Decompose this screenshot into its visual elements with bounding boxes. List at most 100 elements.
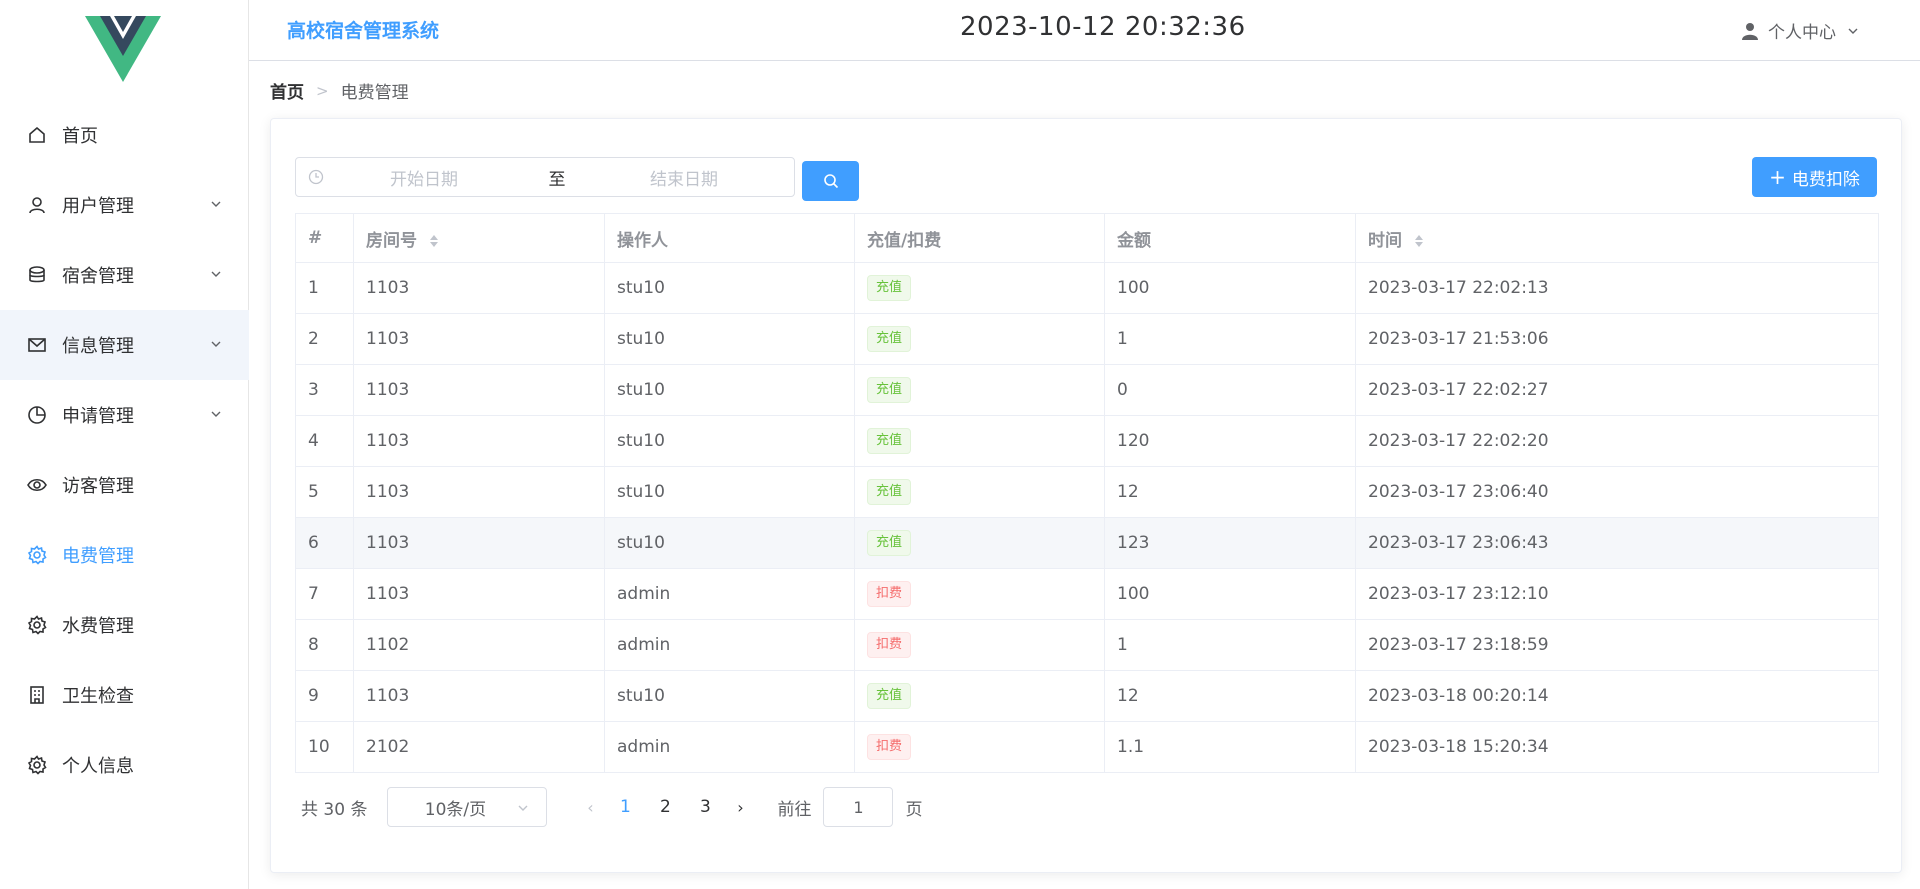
type-tag: 充值 <box>867 530 912 556</box>
cell-time: 2023-03-17 22:02:13 <box>1355 262 1879 314</box>
sidebar-item-users[interactable]: 用户管理 <box>0 170 249 240</box>
table-header-row: # 房间号 操作人 充值/扣费 金额 时间 <box>295 213 1879 263</box>
cell-type: 扣费 <box>854 619 1105 671</box>
cell-operator: stu10 <box>604 262 855 314</box>
cell-index: 1 <box>295 262 354 314</box>
table-row[interactable]: 10 2102 admin 扣费 1.1 2023-03-18 15:20:34 <box>295 721 1879 773</box>
cell-amount: 100 <box>1104 568 1356 620</box>
database-icon <box>26 264 48 286</box>
cell-index: 2 <box>295 313 354 365</box>
cell-type: 充值 <box>854 262 1105 314</box>
cell-type: 充值 <box>854 415 1105 467</box>
cell-room: 1103 <box>353 466 605 518</box>
cell-room: 1103 <box>353 568 605 620</box>
sidebar: 首页 用户管理 宿舍管理 信息管理 申请管理 访客管理 电费管理 水费管理 卫生… <box>0 0 249 889</box>
cell-room: 1103 <box>353 313 605 365</box>
eye-icon <box>26 474 48 496</box>
chevron-down-icon <box>1848 28 1858 34</box>
column-header-room[interactable]: 房间号 <box>353 213 605 263</box>
cell-operator: stu10 <box>604 517 855 569</box>
cell-room: 1103 <box>353 670 605 722</box>
breadcrumb-home[interactable]: 首页 <box>270 78 304 103</box>
cell-type: 充值 <box>854 670 1105 722</box>
table-row[interactable]: 6 1103 stu10 充值 123 2023-03-17 23:06:43 <box>295 517 1879 569</box>
sidebar-item-applications[interactable]: 申请管理 <box>0 380 249 450</box>
content-card: 开始日期 至 结束日期 + 电费扣除 # 房间号 操作人 充值/扣费 金额 时间 <box>270 118 1902 873</box>
cell-time: 2023-03-17 22:02:27 <box>1355 364 1879 416</box>
sidebar-item-dorms[interactable]: 宿舍管理 <box>0 240 249 310</box>
user-menu-dropdown[interactable]: 个人中心 <box>1740 18 1860 43</box>
goto-page-input[interactable] <box>823 787 894 827</box>
electricity-deduct-button[interactable]: + 电费扣除 <box>1752 157 1877 197</box>
cell-amount: 1 <box>1104 619 1356 671</box>
table-row[interactable]: 3 1103 stu10 充值 0 2023-03-17 22:02:27 <box>295 364 1879 416</box>
table-row[interactable]: 8 1102 admin 扣费 1 2023-03-17 23:18:59 <box>295 619 1879 671</box>
user-menu-label: 个人中心 <box>1768 23 1836 43</box>
cell-amount: 0 <box>1104 364 1356 416</box>
page-number[interactable]: 2 <box>645 797 685 817</box>
sidebar-item-hygiene[interactable]: 卫生检查 <box>0 660 249 730</box>
cell-time: 2023-03-18 00:20:14 <box>1355 670 1879 722</box>
next-page-button[interactable]: › <box>725 798 755 817</box>
sidebar-item-visitors[interactable]: 访客管理 <box>0 450 249 520</box>
cell-room: 1103 <box>353 364 605 416</box>
cell-amount: 1 <box>1104 313 1356 365</box>
page-size-value: 10条/页 <box>424 799 487 820</box>
sidebar-item-label: 卫生检查 <box>62 686 134 707</box>
table-row[interactable]: 2 1103 stu10 充值 1 2023-03-17 21:53:06 <box>295 313 1879 365</box>
sidebar-item-info[interactable]: 信息管理 <box>0 310 249 380</box>
table-row[interactable]: 9 1103 stu10 充值 12 2023-03-18 00:20:14 <box>295 670 1879 722</box>
column-header-amount: 金额 <box>1104 213 1356 263</box>
end-date-input[interactable]: 结束日期 <box>604 165 764 190</box>
sort-icon[interactable] <box>1414 234 1424 248</box>
top-header: 高校宿舍管理系统 2023-10-12 20:32:36 个人中心 <box>249 0 1920 61</box>
start-date-input[interactable]: 开始日期 <box>344 165 504 190</box>
electricity-table: # 房间号 操作人 充值/扣费 金额 时间 1 1103 stu10 充值 10… <box>295 213 1879 773</box>
home-icon <box>26 124 48 146</box>
page-number[interactable]: 1 <box>605 797 645 817</box>
sidebar-item-profile[interactable]: 个人信息 <box>0 730 249 800</box>
type-tag: 充值 <box>867 275 912 301</box>
type-tag: 扣费 <box>867 581 912 607</box>
pagination: 共 30 条 10条/页 ‹ 1 2 3 › 前往 页 <box>301 787 922 827</box>
type-tag: 扣费 <box>867 734 912 760</box>
electricity-deduct-label: 电费扣除 <box>1791 169 1860 190</box>
app-title: 高校宿舍管理系统 <box>287 20 440 42</box>
column-header-label: 房间号 <box>366 230 417 251</box>
prev-page-button[interactable]: ‹ <box>575 798 605 817</box>
sidebar-item-electricity[interactable]: 电费管理 <box>0 520 249 590</box>
page-number[interactable]: 3 <box>685 797 725 817</box>
cell-type: 充值 <box>854 364 1105 416</box>
sort-icon[interactable] <box>429 234 439 248</box>
cell-type: 充值 <box>854 313 1105 365</box>
plus-icon: + <box>1769 165 1786 189</box>
cell-time: 2023-03-17 23:06:40 <box>1355 466 1879 518</box>
table-body: 1 1103 stu10 充值 100 2023-03-17 22:02:13 … <box>295 262 1879 773</box>
table-row[interactable]: 1 1103 stu10 充值 100 2023-03-17 22:02:13 <box>295 262 1879 314</box>
goto-page: 前往 页 <box>777 787 922 827</box>
column-header-time[interactable]: 时间 <box>1355 213 1879 263</box>
cell-amount: 100 <box>1104 262 1356 314</box>
table-row[interactable]: 4 1103 stu10 充值 120 2023-03-17 22:02:20 <box>295 415 1879 467</box>
page-size-select[interactable]: 10条/页 <box>387 787 548 827</box>
table-row[interactable]: 5 1103 stu10 充值 12 2023-03-17 23:06:40 <box>295 466 1879 518</box>
cell-operator: admin <box>604 721 855 773</box>
sidebar-item-label: 访客管理 <box>62 476 134 497</box>
cell-index: 9 <box>295 670 354 722</box>
sidebar-item-label: 水费管理 <box>62 616 134 637</box>
cell-room: 1103 <box>353 415 605 467</box>
sidebar-item-water[interactable]: 水费管理 <box>0 590 249 660</box>
cell-room: 1103 <box>353 517 605 569</box>
cell-index: 5 <box>295 466 354 518</box>
date-range-picker[interactable]: 开始日期 至 结束日期 <box>295 157 795 197</box>
search-button[interactable] <box>802 161 859 201</box>
sidebar-item-home[interactable]: 首页 <box>0 100 249 170</box>
cell-type: 扣费 <box>854 721 1105 773</box>
chevron-down-icon <box>211 411 221 417</box>
table-row[interactable]: 7 1103 admin 扣费 100 2023-03-17 23:12:10 <box>295 568 1879 620</box>
sidebar-item-label: 信息管理 <box>62 336 134 357</box>
sidebar-item-label: 申请管理 <box>62 406 134 427</box>
cell-operator: admin <box>604 619 855 671</box>
cell-operator: stu10 <box>604 466 855 518</box>
sidebar-menu: 首页 用户管理 宿舍管理 信息管理 申请管理 访客管理 电费管理 水费管理 卫生… <box>0 100 249 800</box>
